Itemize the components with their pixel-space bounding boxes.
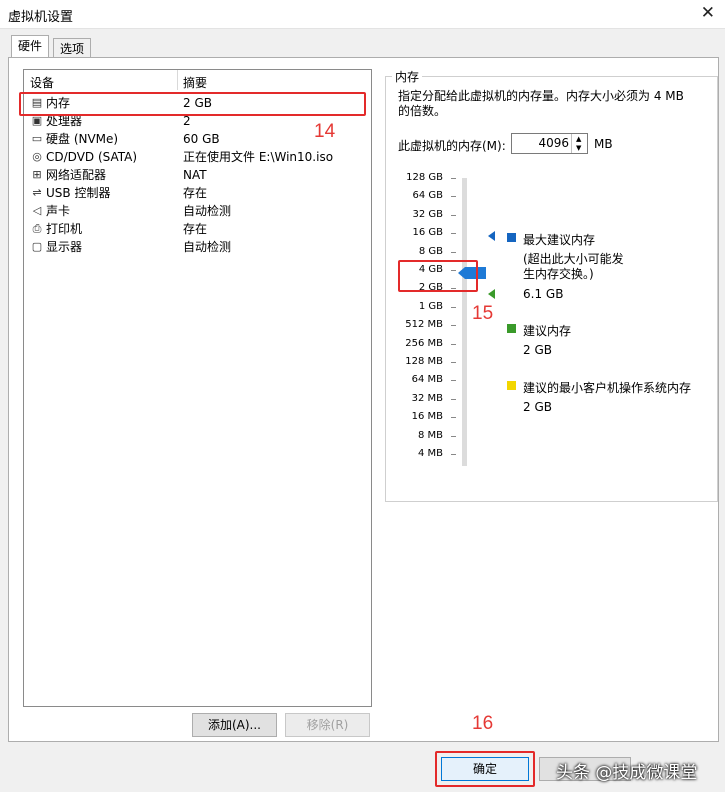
scale-tick [451,398,456,400]
scale-label: 128 GB [406,172,443,183]
scale-tick [451,417,456,419]
annotation-16: 16 [472,713,494,734]
memory-unit: MB [594,137,613,151]
scale-label: 128 MB [405,356,443,367]
device-summary: 60 GB [183,132,220,146]
minimum-legend-swatch [507,381,516,390]
cd-icon: ◎ [32,150,42,163]
title-bar [0,0,725,29]
recommended-marker-icon [487,288,495,302]
annotation-14: 14 [314,121,336,142]
device-row-7[interactable]: ⎙ 打印机 存在 [28,220,368,238]
scale-tick [451,435,456,437]
minimum-value: 2 GB [523,400,552,414]
scale-tick [451,233,456,235]
device-summary: 自动检测 [183,240,232,254]
scale-tick [451,251,456,253]
highlight-box-memory [19,92,366,116]
device-row-3[interactable]: ◎ CD/DVD (SATA) 正在使用文件 E:\Win10.iso [28,148,368,166]
device-summary: NAT [183,168,207,182]
max-marker-icon [487,230,495,244]
device-summary: 存在 [183,222,208,236]
close-icon[interactable]: ✕ [701,3,715,23]
device-row-8[interactable]: ▢ 显示器 自动检测 [28,238,368,256]
max-note: (超出此大小可能发生内存交换。) [523,252,624,281]
memory-field-label: 此虚拟机的内存(M): [398,139,506,153]
annotation-15: 15 [472,303,494,324]
device-row-6[interactable]: ◁ 声卡 自动检测 [28,202,368,220]
window-title: 虚拟机设置 [8,10,74,25]
network-icon: ⊞ [32,168,42,181]
speaker-icon: ◁ [32,204,42,217]
add-button[interactable]: 添加(A)... [192,713,277,737]
device-name: 硬盘 (NVMe) [46,132,119,146]
scale-label: 64 MB [411,374,443,386]
recommended-legend-swatch [507,324,516,333]
column-separator [177,70,178,90]
scale-label: 8 GB [418,245,443,257]
scale-label: 32 GB [412,208,443,220]
scale-tick [451,306,456,308]
scale-label: 256 MB [405,337,443,349]
memory-spinner[interactable]: ▲ ▼ [571,134,587,153]
device-name: 声卡 [46,204,71,218]
device-row-4[interactable]: ⊞ 网络适配器 NAT [28,166,368,184]
column-header-summary[interactable]: 摘要 [183,74,207,91]
device-summary: 自动检测 [183,204,232,218]
device-name: 网络适配器 [46,168,107,182]
watermark: 头条 @技成微课堂 [556,763,698,783]
max-title: 最大建议内存 [523,233,596,247]
device-name: CD/DVD (SATA) [46,150,138,164]
device-name: 打印机 [46,222,83,236]
memory-group-title: 内存 [392,68,423,85]
ok-button[interactable]: 确定 [441,757,529,781]
memory-slider-track[interactable] [462,178,467,466]
scale-tick [451,362,456,363]
spin-down-icon[interactable]: ▼ [576,144,581,152]
max-legend-swatch [507,233,516,242]
scale-label: 4 MB [417,448,443,459]
scale-tick [451,454,456,455]
scale-tick [451,178,456,179]
scale-label: 1 GB [418,300,443,312]
minimum-title: 建议的最小客户机操作系统内存 [523,381,692,395]
tab-hardware[interactable]: 硬件 [11,35,50,59]
scale-tick [451,325,456,327]
scale-label: 32 MB [411,392,443,404]
highlight-box-4gb [398,260,478,292]
scale-tick [451,343,456,345]
device-row-5[interactable]: ⇌ USB 控制器 存在 [28,184,368,202]
scale-label: 8 MB [417,429,443,441]
device-name: 显示器 [46,240,83,254]
device-name: USB 控制器 [46,186,111,200]
recommended-value: 2 GB [523,343,552,357]
scale-label: 64 GB [412,190,443,202]
remove-button[interactable]: 移除(R) [285,713,370,737]
max-value: 6.1 GB [523,287,564,301]
memory-input-box[interactable]: 4096 ▲ ▼ [511,133,588,154]
scale-label: 512 MB [405,319,443,331]
scale-tick [451,196,456,198]
scale-label: 16 GB [412,227,443,239]
printer-icon: ⎙ [32,222,42,235]
column-header-device[interactable]: 设备 [30,74,54,91]
tab-options[interactable]: 选项 [53,38,92,59]
usb-icon: ⇌ [32,186,42,199]
scale-tick [451,214,456,216]
scale-label: 16 MB [411,411,443,423]
spin-up-icon[interactable]: ▲ [576,135,581,143]
memory-input[interactable]: 4096 [538,136,569,150]
scale-tick [451,380,456,382]
device-summary: 正在使用文件 E:\Win10.iso [183,150,334,164]
device-summary: 存在 [183,186,208,200]
memory-description: 指定分配给此虚拟机的内存量。内存大小必须为 4 MB 的倍数。 [398,89,684,118]
recommended-title: 建议内存 [523,324,572,338]
disk-icon: ▭ [31,132,43,145]
monitor-icon: ▢ [31,240,43,253]
